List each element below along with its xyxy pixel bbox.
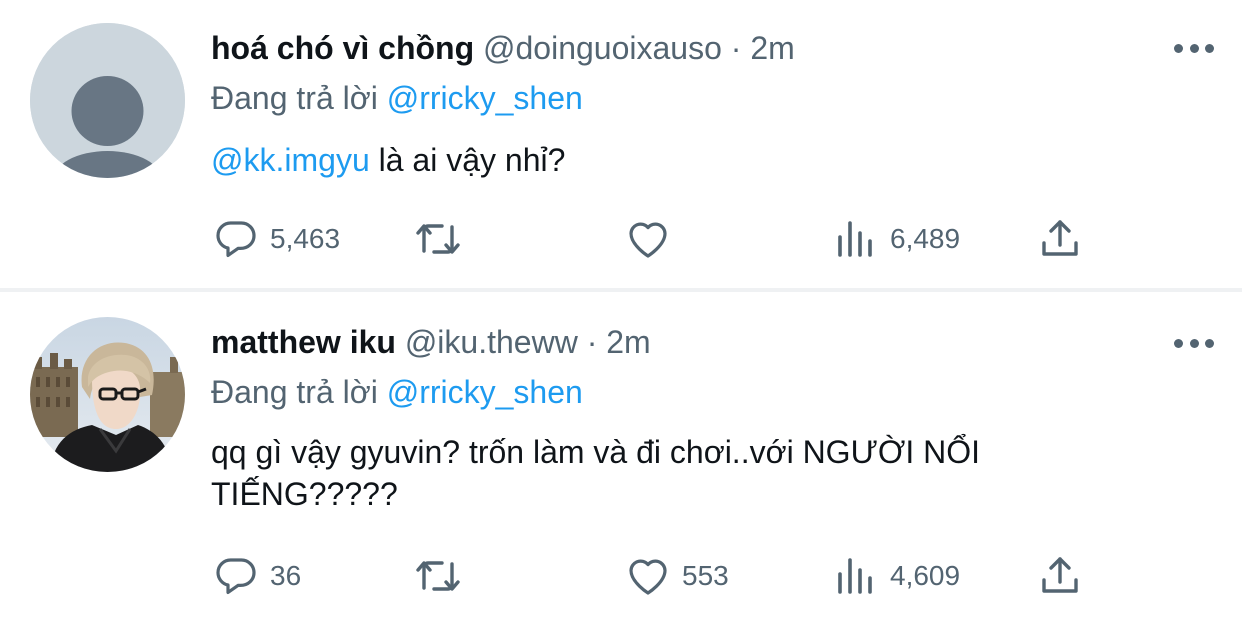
tweet-text-content: là ai vậy nhỉ? (369, 142, 566, 178)
reply-count: 5,463 (270, 223, 341, 254)
views-button[interactable]: 4,609 (832, 551, 960, 601)
reply-icon (216, 558, 256, 594)
separator-dot: · (730, 30, 742, 66)
retweet-icon (416, 561, 460, 591)
replying-to-mention[interactable]: @rricky_shen (387, 80, 583, 116)
share-icon (1042, 557, 1078, 593)
display-name[interactable]: hoá chó vì chồng (211, 30, 474, 66)
replying-to: Đang trả lời @rricky_shen (211, 78, 583, 118)
timestamp[interactable]: 2m (606, 324, 650, 360)
avatar[interactable] (30, 317, 185, 472)
reply-button[interactable]: 5,463 (212, 214, 340, 264)
share-icon (1042, 220, 1078, 256)
heart-icon (629, 559, 667, 595)
display-name[interactable]: matthew iku (211, 324, 396, 360)
views-chart-icon (838, 558, 872, 594)
replying-to: Đang trả lời @rricky_shen (211, 372, 583, 412)
retweet-button[interactable] (414, 214, 472, 264)
default-avatar-icon (30, 23, 185, 178)
replying-to-label: Đang trả lời (211, 80, 378, 116)
tweet[interactable]: matthew iku @iku.theww · 2m Đang trả lời… (0, 292, 1242, 625)
share-button[interactable] (1036, 551, 1084, 601)
avatar[interactable] (30, 23, 185, 178)
separator-dot: · (586, 324, 598, 360)
replying-to-mention[interactable]: @rricky_shen (387, 374, 583, 410)
retweet-icon (416, 224, 460, 254)
retweet-button[interactable] (414, 551, 472, 601)
user-handle[interactable]: @doinguoixauso (483, 30, 722, 66)
reply-icon (216, 221, 256, 257)
action-bar: 5,463 6,489 (0, 214, 1242, 264)
tweet-text: qq gì vậy gyuvin? trốn làm và đi chơi..v… (211, 434, 980, 512)
views-chart-icon (838, 221, 872, 257)
replying-to-label: Đang trả lời (211, 374, 378, 410)
tweet-text: @kk.imgyu là ai vậy nhỉ? (211, 139, 1211, 181)
like-button[interactable] (624, 214, 682, 264)
profile-photo (30, 317, 185, 472)
reply-count: 36 (270, 560, 302, 591)
heart-icon (629, 222, 667, 258)
text-mention[interactable]: @kk.imgyu (211, 142, 370, 178)
like-count: 553 (682, 560, 729, 591)
action-bar: 36 553 4,609 (0, 551, 1242, 601)
share-button[interactable] (1036, 214, 1084, 264)
more-options-icon[interactable] (1174, 333, 1214, 353)
view-count: 4,609 (890, 560, 961, 591)
tweet-header: matthew iku @iku.theww · 2m (211, 322, 651, 362)
reply-button[interactable]: 36 (212, 551, 301, 601)
user-handle[interactable]: @iku.theww (405, 324, 578, 360)
timestamp[interactable]: 2m (750, 30, 794, 66)
views-button[interactable]: 6,489 (832, 214, 960, 264)
tweet-header: hoá chó vì chồng @doinguoixauso · 2m (211, 28, 795, 68)
view-count: 6,489 (890, 223, 961, 254)
tweet[interactable]: hoá chó vì chồng @doinguoixauso · 2m Đan… (0, 0, 1242, 288)
more-options-icon[interactable] (1174, 38, 1214, 58)
like-button[interactable]: 553 (624, 551, 729, 601)
